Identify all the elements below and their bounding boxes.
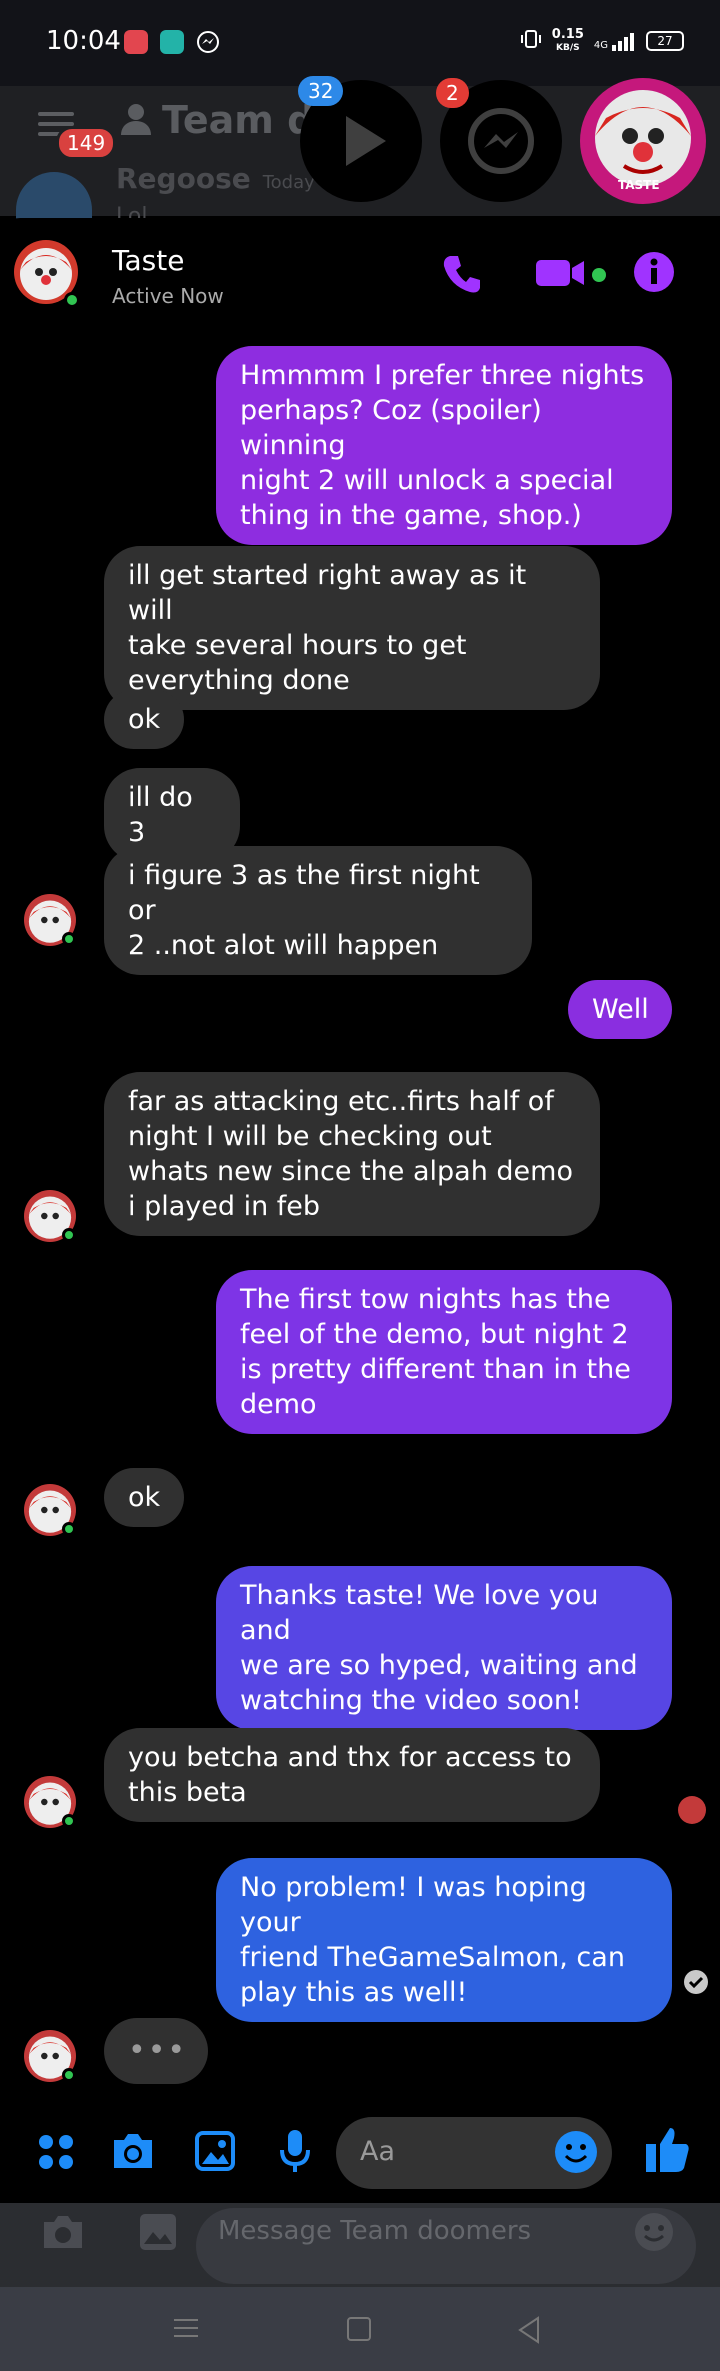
message-bubble[interactable]: No problem! I was hoping your friend The… (216, 1858, 672, 2022)
members-icon (121, 104, 151, 135)
discord-channel-title: Team d (118, 98, 314, 142)
back-icon[interactable] (516, 2316, 544, 2348)
online-indicator (64, 292, 80, 308)
status-indicators: 0.15 KB/S 4G 27 (520, 28, 684, 54)
discord-notification-badge: 149 (56, 126, 117, 160)
network-type: 4G (593, 40, 608, 51)
conversation-status: Active Now (112, 284, 224, 308)
chat-head-badge-play: 32 (298, 76, 344, 106)
message-bubble[interactable]: Thanks taste! We love you and we are so … (216, 1566, 672, 1730)
gallery-icon[interactable] (194, 2130, 236, 2176)
music-app-icon (124, 30, 148, 54)
typing-indicator: ••• (104, 2018, 208, 2084)
chat-app-icon (160, 30, 184, 54)
chat-head-badge-messenger: 2 (436, 78, 469, 108)
network-speed: 0.15 KB/S (551, 26, 584, 54)
recent-apps-icon[interactable] (172, 2316, 200, 2344)
speed-value: 0.15 (551, 26, 584, 42)
online-indicator (62, 1814, 76, 1828)
chat-head-taste[interactable]: TASTE (580, 78, 706, 204)
discord-username: Regoose (116, 162, 251, 195)
message-bubble[interactable]: The first tow nights has the feel of the… (216, 1270, 672, 1434)
seen-avatar (678, 1796, 706, 1824)
discord-emoji-icon[interactable] (634, 2212, 674, 2256)
notification-icons (124, 30, 220, 58)
message-bubble[interactable]: you betcha and thx for access to this be… (104, 1728, 600, 1822)
camera-icon[interactable] (110, 2130, 156, 2176)
battery-icon: 27 (646, 31, 684, 51)
phone-icon[interactable] (440, 252, 484, 300)
discord-camera-icon[interactable] (40, 2212, 86, 2256)
apps-icon[interactable] (36, 2132, 76, 2176)
home-icon[interactable] (346, 2316, 374, 2348)
messenger-status-icon (196, 30, 220, 58)
online-indicator (62, 1522, 76, 1536)
conversation-name: Taste (112, 244, 185, 277)
like-icon[interactable] (644, 2124, 692, 2178)
taste-caption: TASTE (618, 178, 660, 192)
video-call-icon[interactable] (534, 256, 588, 294)
status-time: 10:04 (46, 26, 121, 56)
discord-image-icon[interactable] (138, 2212, 178, 2256)
status-bar: 10:04 0.15 KB/S 4G 27 (0, 0, 720, 86)
message-bubble[interactable]: Hmmmm I prefer three nights perhaps? Coz… (216, 346, 672, 545)
online-indicator (62, 2068, 76, 2082)
message-input-placeholder: Aa (360, 2136, 396, 2167)
online-indicator (62, 932, 76, 946)
emoji-icon[interactable] (554, 2130, 598, 2178)
info-icon[interactable] (634, 252, 674, 296)
delivered-check-icon (684, 1970, 708, 1998)
discord-input-placeholder: Message Team doomers (218, 2216, 532, 2246)
message-bubble[interactable]: ill get started right away as it will ta… (104, 546, 600, 710)
channel-title-text: Team d (162, 98, 315, 142)
speed-unit: KB/S (556, 42, 580, 53)
message-bubble[interactable]: Well (568, 980, 672, 1039)
online-indicator (62, 1228, 76, 1242)
message-bubble[interactable]: ok (104, 690, 184, 749)
message-bubble[interactable]: i figure 3 as the first night or 2 ..not… (104, 846, 532, 975)
message-bubble[interactable]: ok (104, 1468, 184, 1527)
message-bubble[interactable]: far as attacking etc..firts half of nigh… (104, 1072, 600, 1236)
vibrate-icon (520, 28, 542, 54)
signal-icon: 4G (594, 31, 636, 51)
microphone-icon[interactable] (278, 2128, 312, 2178)
video-online-dot (592, 268, 606, 282)
